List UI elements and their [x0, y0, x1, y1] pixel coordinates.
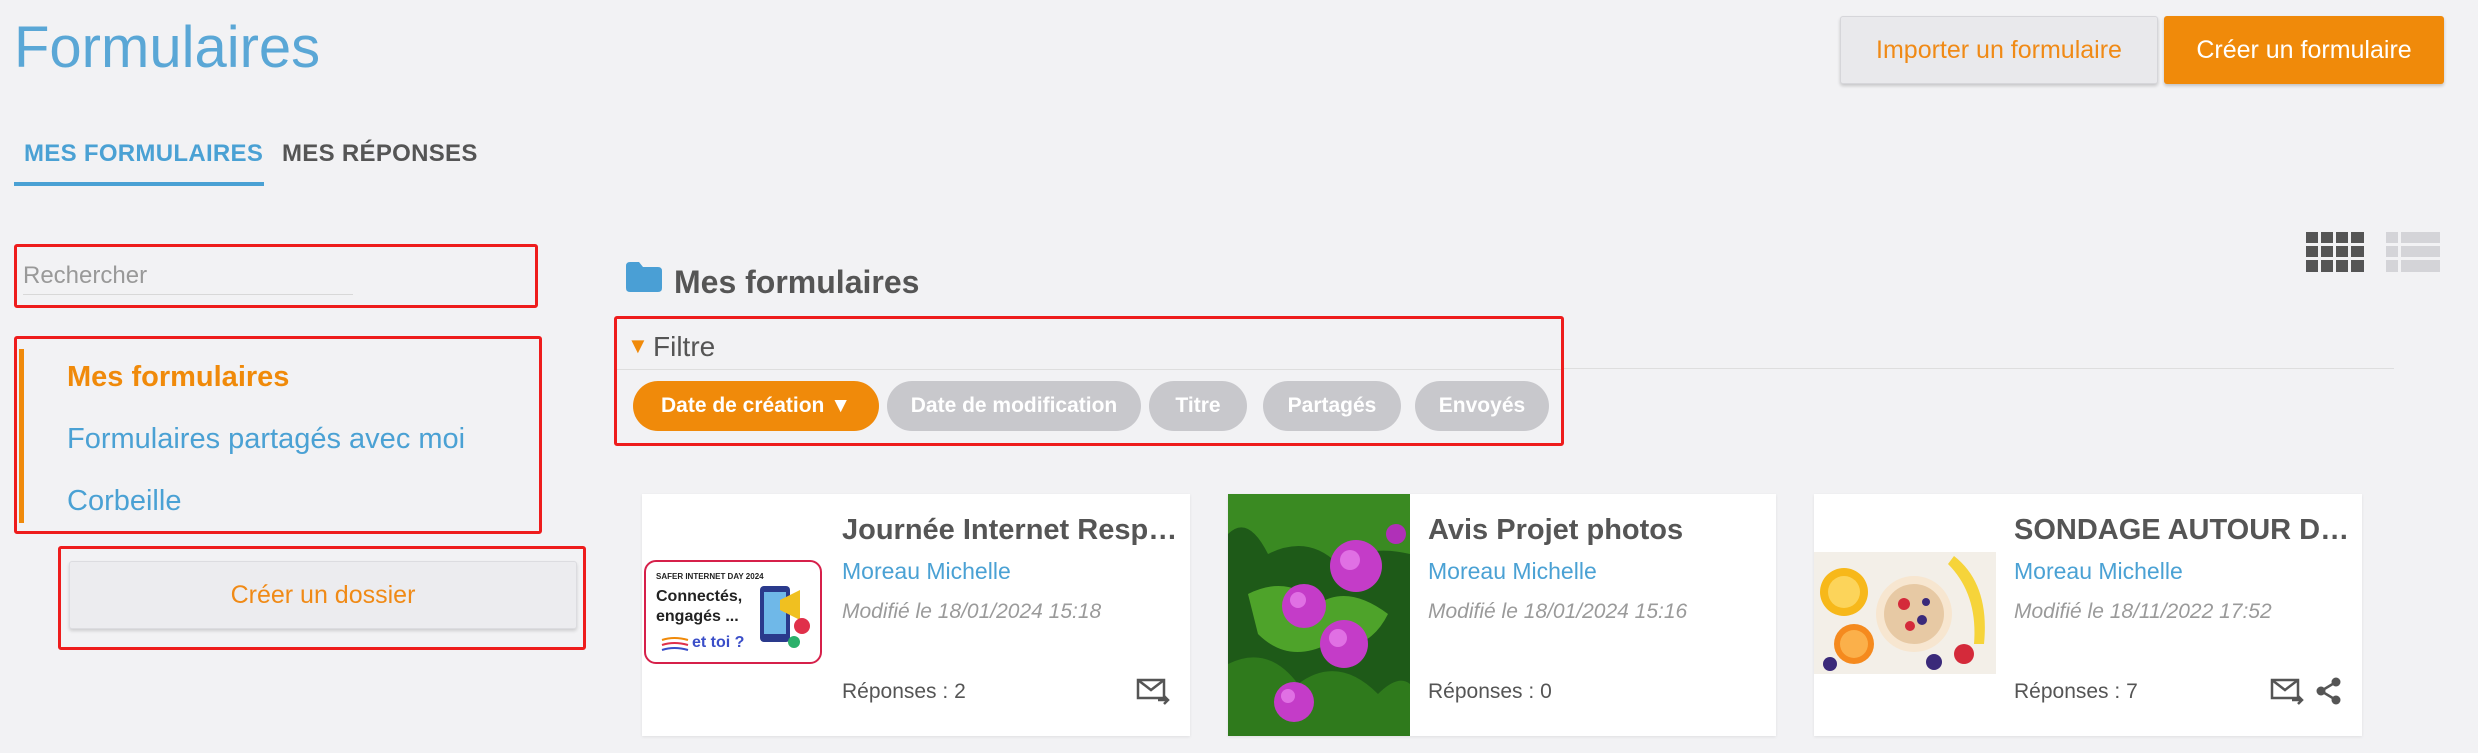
form-title[interactable]: Journée Internet Respo...	[842, 514, 1178, 547]
send-mail-icon[interactable]	[1136, 676, 1170, 706]
filter-divider-inner	[617, 369, 1561, 370]
tab-my-forms[interactable]: MES FORMULAIRES	[24, 140, 263, 168]
filter-divider	[1564, 368, 2394, 369]
sidebar-item-my-forms[interactable]: Mes formulaires	[67, 361, 289, 394]
section-title: Mes formulaires	[674, 264, 920, 300]
active-tab-indicator	[14, 182, 264, 186]
form-modified-date: Modifié le 18/01/2024 15:18	[842, 600, 1102, 623]
search-input[interactable]	[23, 257, 353, 295]
form-title[interactable]: SONDAGE AUTOUR DU ...	[2014, 514, 2350, 547]
sidebar-item-trash[interactable]: Corbeille	[67, 485, 181, 518]
sidebar-item-shared-forms[interactable]: Formulaires partagés avec moi	[67, 423, 465, 456]
thumb-line-4: et toi ?	[692, 634, 745, 651]
form-author[interactable]: Moreau Michelle	[842, 558, 1011, 585]
share-icon[interactable]	[2314, 676, 2344, 706]
chip-title[interactable]: Titre	[1149, 381, 1247, 431]
chip-shared[interactable]: Partagés	[1263, 381, 1401, 431]
chip-sent[interactable]: Envoyés	[1415, 381, 1549, 431]
form-modified-date: Modifié le 18/11/2022 17:52	[2014, 600, 2272, 623]
thumb-line-1: SAFER INTERNET DAY 2024	[656, 572, 764, 581]
thumb-line-2: Connectés,	[656, 588, 743, 605]
filter-toggle-arrow-icon[interactable]: ▼	[627, 333, 649, 359]
form-card[interactable]: Avis Projet photos Moreau Michelle Modif…	[1228, 494, 1776, 736]
create-form-button[interactable]: Créer un formulaire	[2164, 16, 2444, 84]
breakfast-image	[1814, 494, 1996, 736]
create-folder-button[interactable]: Créer un dossier	[69, 561, 577, 629]
create-folder-highlight: Créer un dossier	[58, 546, 586, 650]
swoosh-icon	[661, 637, 689, 651]
tab-my-answers[interactable]: MES RÉPONSES	[282, 140, 478, 168]
phone-illustration-icon	[760, 586, 810, 648]
sidebar-accent-bar	[19, 349, 24, 523]
form-responses-count[interactable]: Réponses : 2	[842, 680, 966, 704]
form-card[interactable]: SONDAGE AUTOUR DU ... Moreau Michelle Mo…	[1814, 494, 2362, 736]
grid-view-icon[interactable]	[2306, 232, 2364, 272]
form-thumbnail	[1228, 494, 1410, 736]
form-thumbnail	[1814, 494, 1996, 736]
form-title[interactable]: Avis Projet photos	[1428, 514, 1764, 547]
page-title: Formulaires	[14, 15, 321, 80]
folder-icon	[626, 262, 662, 292]
filter-label[interactable]: Filtre	[653, 331, 715, 363]
form-author[interactable]: Moreau Michelle	[2014, 558, 2183, 585]
form-modified-date: Modifié le 18/01/2024 15:16	[1428, 600, 1688, 623]
chip-date-created[interactable]: Date de création ▼	[633, 381, 879, 431]
thumb-line-3: engagés ...	[656, 608, 739, 625]
microscope-image	[1228, 494, 1410, 736]
import-form-button[interactable]: Importer un formulaire	[1840, 16, 2158, 84]
search-highlight	[14, 244, 538, 308]
chip-date-modified[interactable]: Date de modification	[887, 381, 1141, 431]
form-author[interactable]: Moreau Michelle	[1428, 558, 1597, 585]
filter-panel: ▼ Filtre Date de création ▼ Date de modi…	[614, 316, 1564, 446]
list-view-icon[interactable]	[2386, 232, 2440, 272]
form-card[interactable]: SAFER INTERNET DAY 2024 Connectés, engag…	[642, 494, 1190, 736]
send-mail-icon[interactable]	[2270, 676, 2304, 706]
form-responses-count[interactable]: Réponses : 0	[1428, 680, 1552, 704]
form-thumbnail: SAFER INTERNET DAY 2024 Connectés, engag…	[642, 494, 824, 736]
form-responses-count[interactable]: Réponses : 7	[2014, 680, 2138, 704]
sidebar-nav: Mes formulaires Formulaires partagés ave…	[14, 336, 542, 534]
